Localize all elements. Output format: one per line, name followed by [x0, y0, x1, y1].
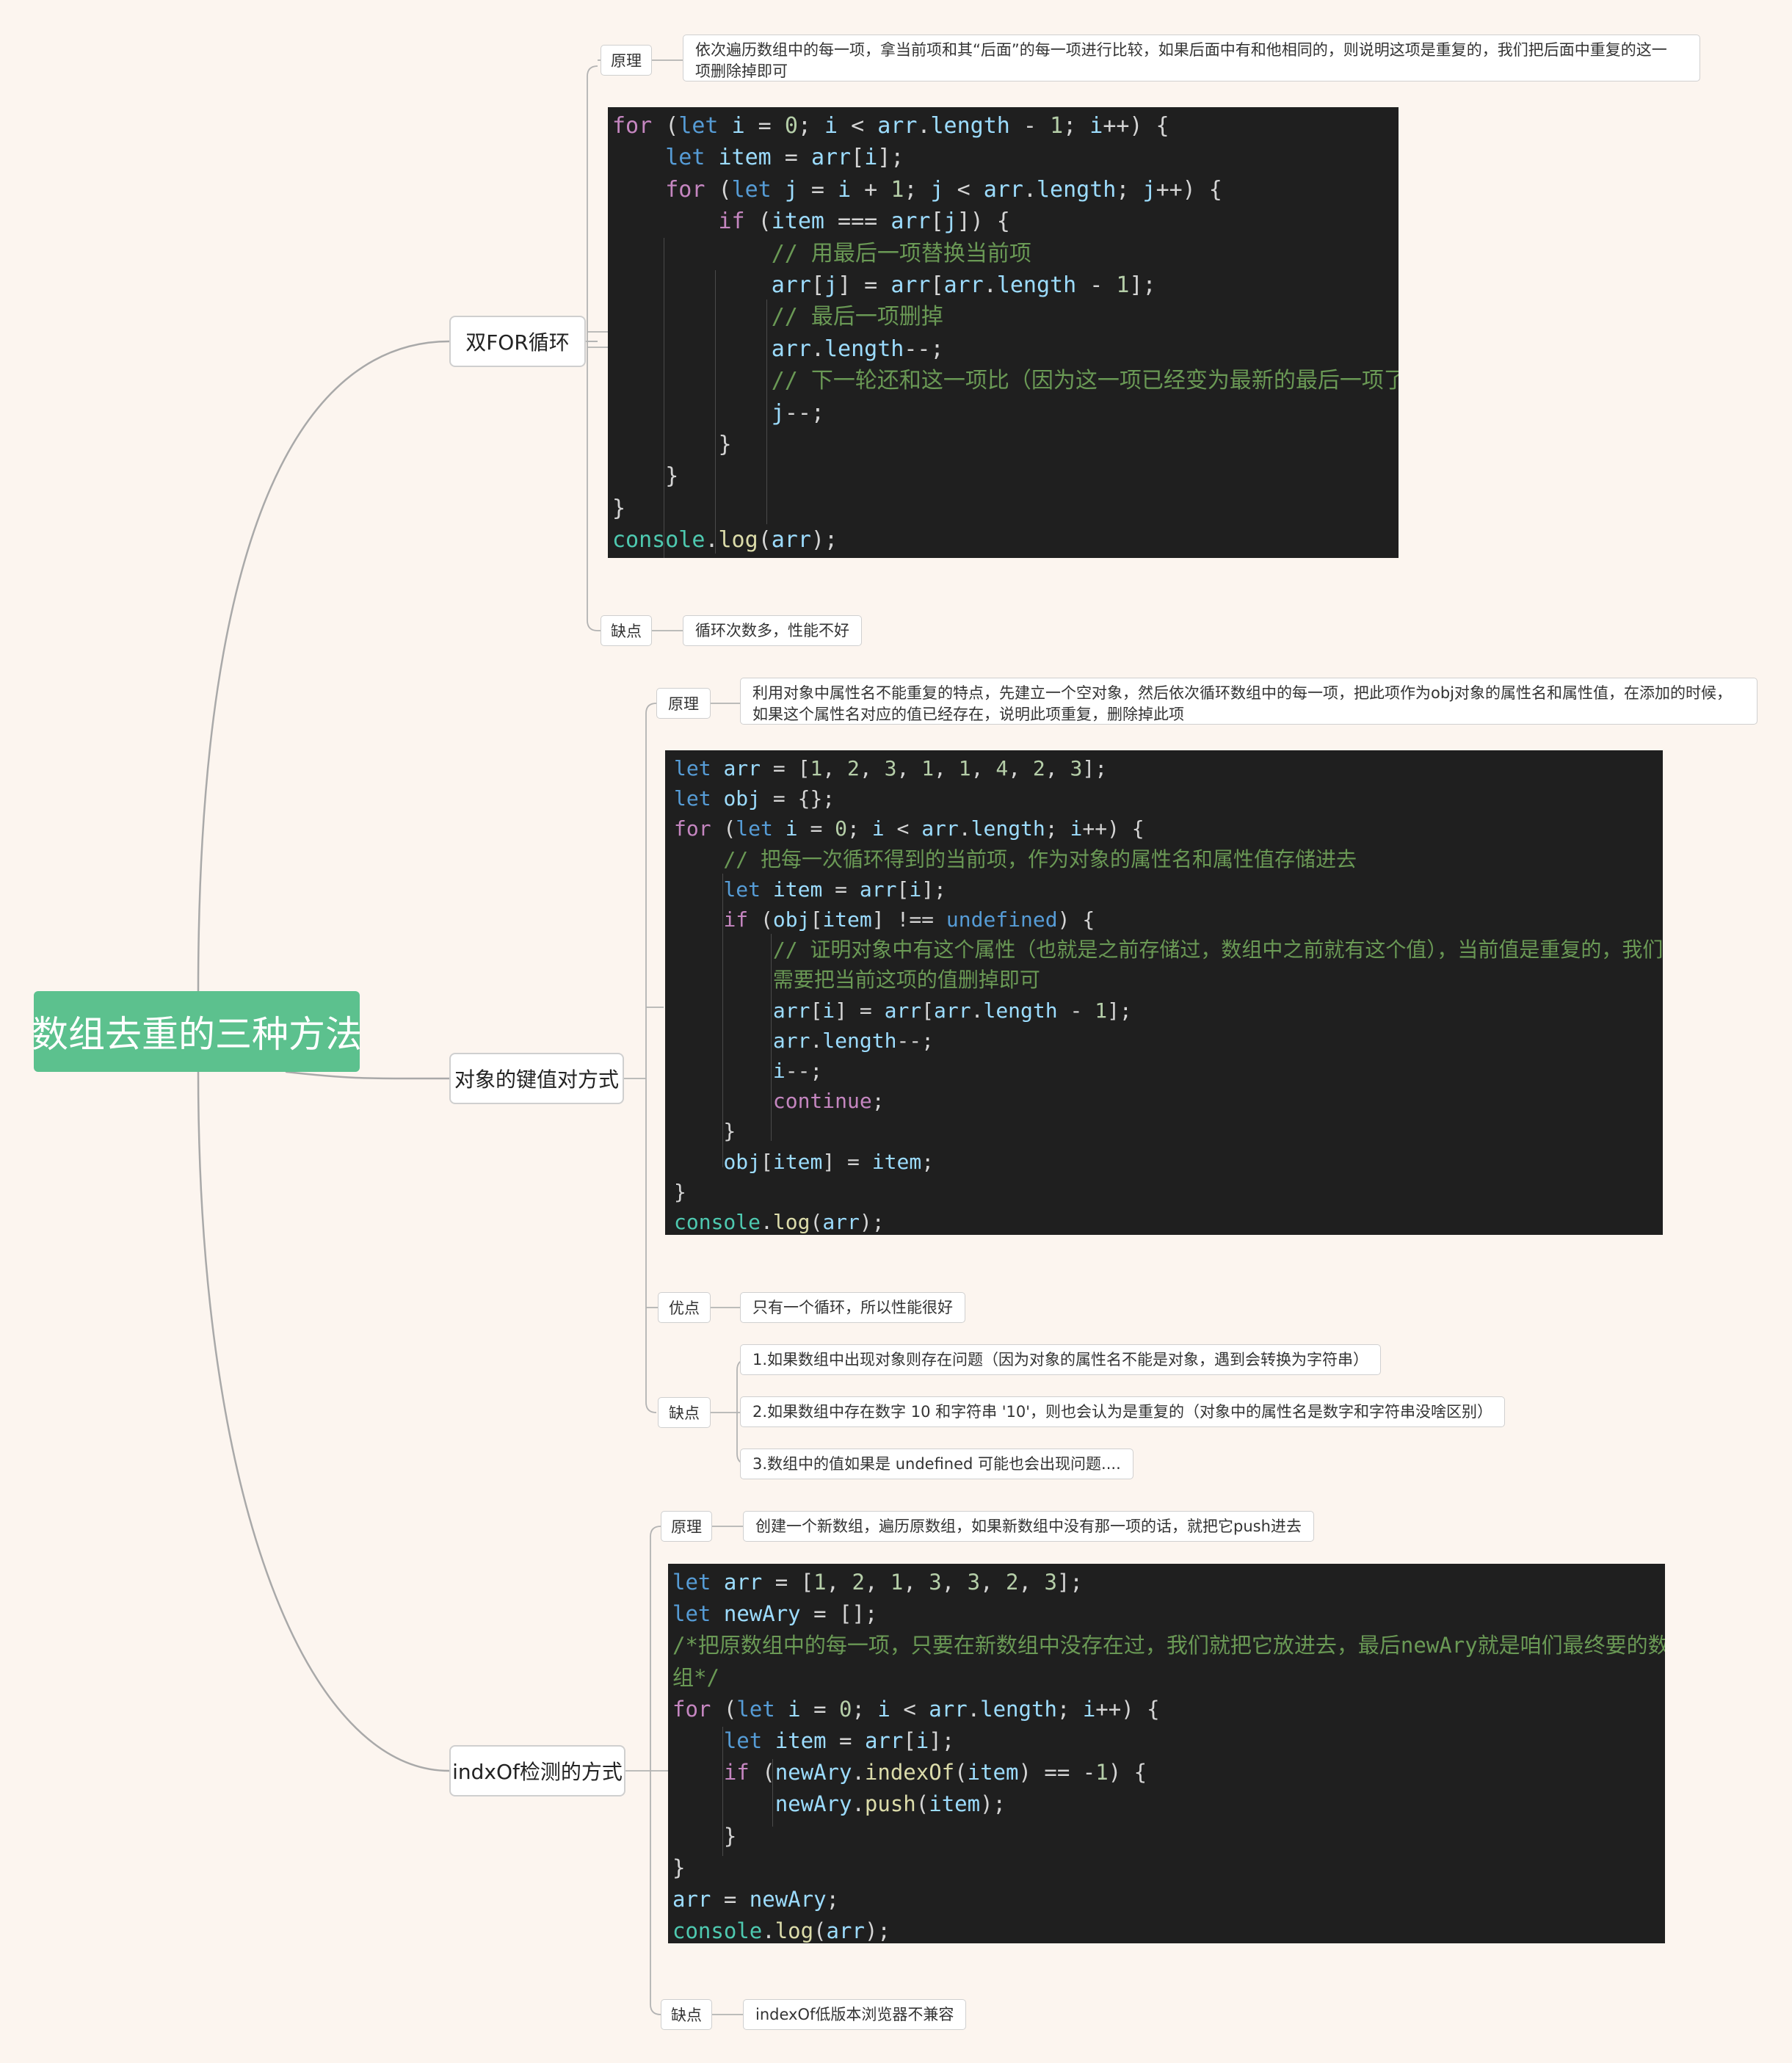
principle-label[interactable]: 原理 — [656, 688, 711, 719]
code-block-double-for: for (let i = 0; i < arr.length - 1; i++)… — [608, 107, 1399, 558]
cons-label[interactable]: 缺点 — [601, 615, 652, 646]
pros-label[interactable]: 优点 — [658, 1292, 711, 1323]
indent-guide — [766, 300, 767, 524]
principle-label[interactable]: 原理 — [601, 45, 652, 76]
note-line: 依次遍历数组中的每一项，拿当前项和其“后面”的每一项进行比较，如果后面中有和他相… — [695, 41, 1667, 59]
cons-note-1[interactable]: 1.如果数组中出现对象则存在问题（因为对象的属性名不能是对象，遇到会转换为字符串… — [740, 1344, 1382, 1375]
cons-note[interactable]: 循环次数多，性能不好 — [683, 615, 862, 646]
cons-label[interactable]: 缺点 — [661, 1999, 712, 2030]
note-line: 项删除掉即可 — [695, 62, 788, 80]
branch-index-of[interactable]: indxOf检测的方式 — [449, 1745, 625, 1796]
cons-note[interactable]: indexOf低版本浏览器不兼容 — [743, 1999, 967, 2030]
cons-note-3[interactable]: 3.数组中的值如果是 undefined 可能也会出现问题.... — [740, 1449, 1133, 1479]
principle-note[interactable]: 依次遍历数组中的每一项，拿当前项和其“后面”的每一项进行比较，如果后面中有和他相… — [683, 35, 1700, 81]
note-line: 如果这个属性名对应的值已经存在，说明此项重复，删除掉此项 — [752, 706, 1184, 723]
indent-guide — [772, 1759, 773, 1827]
principle-note[interactable]: 利用对象中属性名不能重复的特点，先建立一个空对象，然后依次循环数组中的每一项，把… — [740, 678, 1757, 725]
root-topic[interactable]: 数组去重的三种方法 — [32, 991, 362, 1072]
code-block-object-map: let arr = [1, 2, 3, 1, 1, 4, 2, 3]; let … — [665, 750, 1663, 1235]
branch-double-for[interactable]: 双FOR循环 — [449, 316, 586, 367]
cons-label[interactable]: 缺点 — [658, 1397, 711, 1428]
indent-guide — [722, 1727, 723, 1856]
indent-guide — [722, 874, 723, 1167]
principle-note[interactable]: 创建一个新数组，遍历原数组，如果新数组中没有那一项的话，就把它push进去 — [743, 1511, 1314, 1542]
pros-note[interactable]: 只有一个循环，所以性能很好 — [740, 1292, 965, 1323]
cons-note-2[interactable]: 2.如果数组中存在数字 10 和字符串 '10'，则也会认为是重复的（对象中的属… — [740, 1396, 1506, 1427]
branch-object-map[interactable]: 对象的键值对方式 — [449, 1053, 624, 1104]
code-block-index-of: let arr = [1, 2, 1, 3, 3, 2, 3]; let new… — [668, 1564, 1665, 1943]
principle-label[interactable]: 原理 — [661, 1511, 712, 1542]
indent-guide — [771, 934, 772, 1141]
note-line: 利用对象中属性名不能重复的特点，先建立一个空对象，然后依次循环数组中的每一项，把… — [752, 684, 1733, 702]
indent-guide — [715, 270, 716, 554]
